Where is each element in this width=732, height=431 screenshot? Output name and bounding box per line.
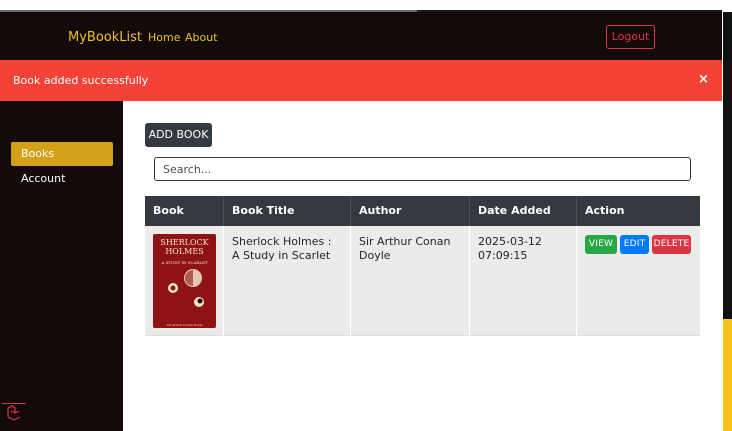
page-scrollbar[interactable]	[722, 12, 732, 431]
sidebar-item-books[interactable]: Books	[11, 142, 113, 166]
delete-button[interactable]: DELETE	[652, 235, 691, 254]
logout-button[interactable]: Logout	[606, 25, 655, 49]
book-cover-image[interactable]: SHERLOCK HOLMES A STUDY IN SCARLET Sir A…	[153, 234, 216, 328]
cover-cell: SHERLOCK HOLMES A STUDY IN SCARLET Sir A…	[145, 226, 224, 336]
cover-title: SHERLOCK HOLMES	[153, 238, 216, 256]
cover-art-icon	[159, 266, 211, 314]
column-header-date: Date Added	[470, 196, 577, 226]
sidebar-item-account[interactable]: Account	[11, 167, 113, 191]
nav-link-about[interactable]: About	[185, 31, 218, 44]
edit-button[interactable]: EDIT	[620, 235, 649, 254]
title-cell: Sherlock Holmes : A Study in Scarlet	[224, 226, 351, 336]
scrollbar-thumb[interactable]	[723, 319, 732, 431]
column-header-cover: Book Cover	[145, 196, 224, 226]
books-table: Book Cover Book Title Author Date Added …	[145, 196, 700, 336]
sidebar: Books Account	[0, 101, 123, 431]
browser-top-strip	[0, 0, 732, 12]
search-input[interactable]	[154, 157, 691, 181]
navbar: MyBookList Home About Logout	[0, 12, 722, 60]
brand-logo[interactable]: MyBookList	[68, 30, 142, 45]
action-cell: VIEW EDIT DELETE	[577, 226, 700, 336]
nav-link-home[interactable]: Home	[148, 31, 180, 44]
cover-author: Sir Arthur Conan Doyle	[153, 318, 216, 328]
close-icon[interactable]: ×	[698, 72, 709, 87]
scrollbar-track	[723, 12, 732, 319]
column-header-author: Author	[351, 196, 470, 226]
column-header-title: Book Title	[224, 196, 351, 226]
author-cell: Sir Arthur Conan Doyle	[351, 226, 470, 336]
success-alert: Book added successfully ×	[0, 60, 722, 101]
column-header-action: Action	[577, 196, 700, 226]
alert-message: Book added successfully	[13, 74, 148, 87]
laravel-icon[interactable]	[2, 403, 26, 421]
add-book-button[interactable]: ADD BOOK	[145, 123, 212, 147]
table-row: SHERLOCK HOLMES A STUDY IN SCARLET Sir A…	[145, 226, 700, 336]
date-cell: 2025-03-12 07:09:15	[470, 226, 577, 336]
table-header: Book Cover Book Title Author Date Added …	[145, 196, 700, 226]
view-button[interactable]: VIEW	[585, 235, 617, 254]
